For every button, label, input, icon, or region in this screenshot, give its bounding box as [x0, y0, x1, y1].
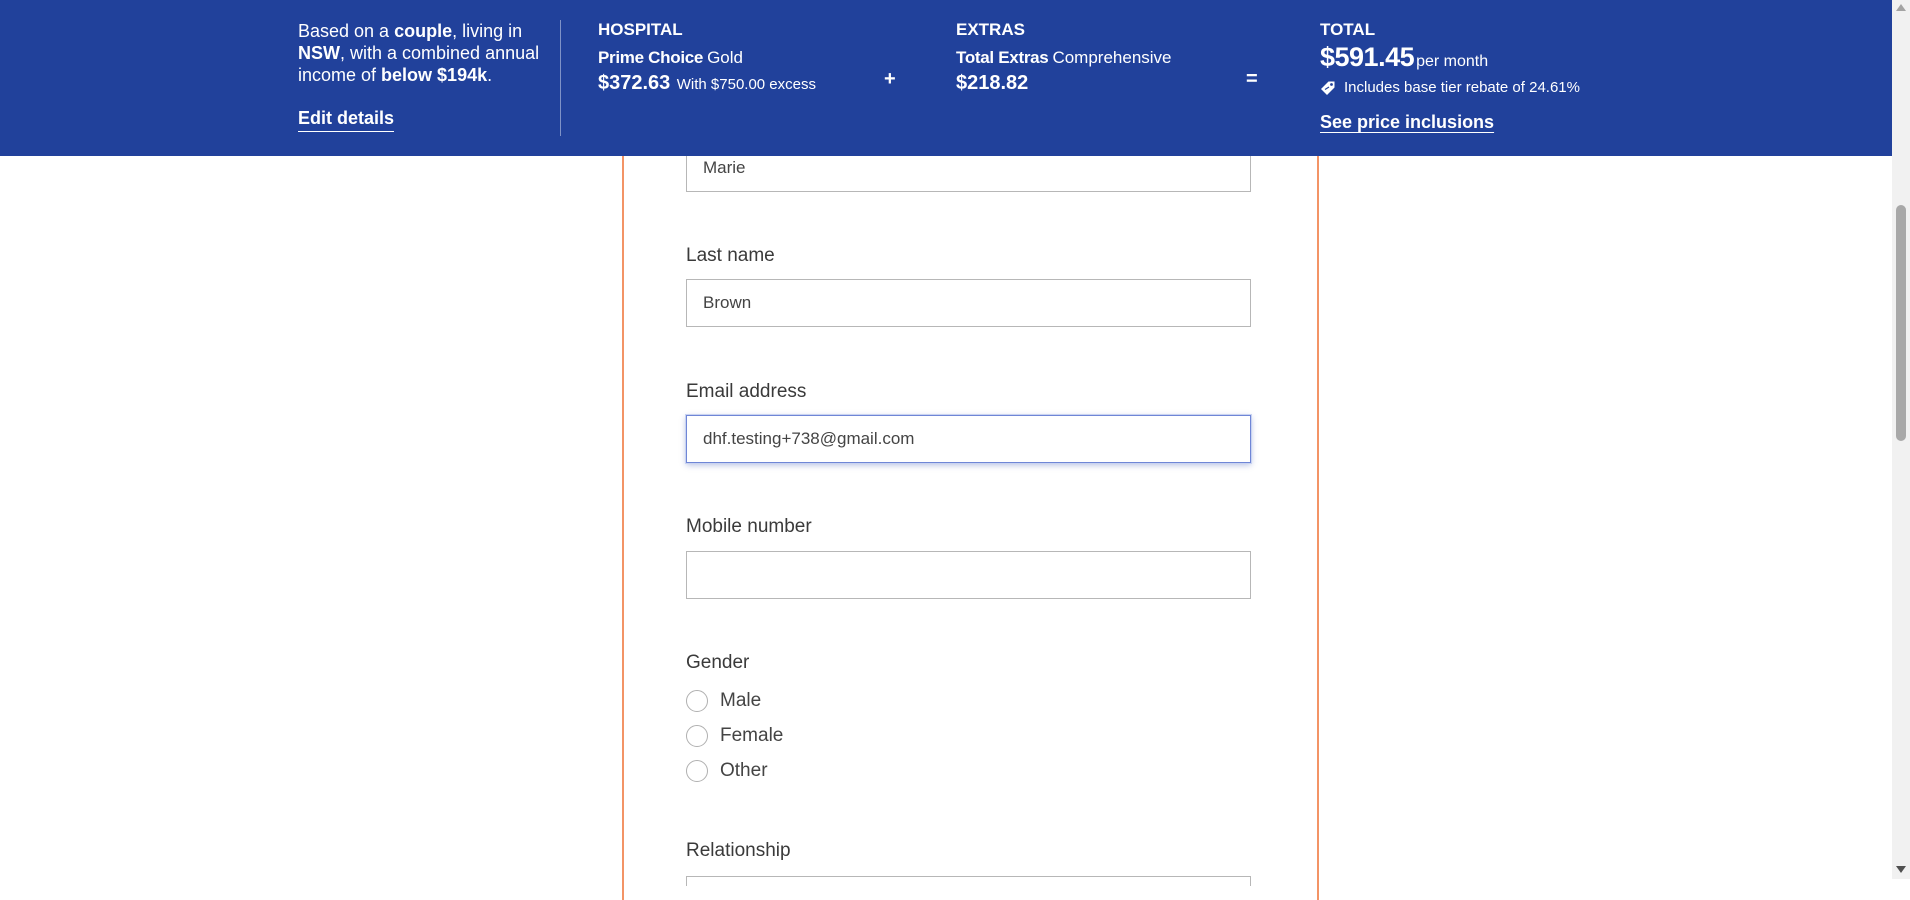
hospital-price-line: $372.63 With $750.00 excess — [598, 72, 816, 95]
total-title: TOTAL — [1320, 20, 1376, 39]
relationship-select[interactable] — [686, 876, 1251, 886]
extras-product: Total Extras Comprehensive — [956, 48, 1172, 68]
radio-button[interactable] — [686, 760, 708, 782]
scroll-down-arrow-icon[interactable] — [1896, 866, 1906, 873]
gender-option-male[interactable]: Male — [686, 690, 761, 712]
gender-option-label: Female — [720, 725, 784, 746]
edit-details-link[interactable]: Edit details — [298, 108, 395, 132]
hospital-summary: HOSPITAL Prime Choice Gold $372.63 With $… — [598, 20, 816, 95]
equals-sign: = — [1246, 68, 1258, 90]
summary-text-part: Based on a — [298, 21, 395, 41]
extras-product-name: Total Extras — [956, 48, 1049, 67]
email-input[interactable]: dhf.testing+738@gmail.com — [686, 415, 1251, 463]
see-price-inclusions-link[interactable]: See price inclusions — [1320, 112, 1494, 133]
cover-summary-text: Based on a couple, living in NSW, with a… — [298, 20, 558, 86]
gender-option-other[interactable]: Other — [686, 760, 768, 782]
total-price: $591.45 — [1320, 42, 1415, 72]
radio-button[interactable] — [686, 725, 708, 747]
rebate-line: Includes base tier rebate of 24.61% — [1320, 79, 1580, 96]
hospital-tier: Gold — [707, 48, 743, 67]
gender-option-label: Male — [720, 690, 762, 711]
hospital-excess: With $750.00 excess — [676, 76, 816, 93]
summary-cover-type: couple — [394, 21, 453, 41]
mobile-label: Mobile number — [686, 516, 812, 537]
extras-tier: Comprehensive — [1052, 48, 1172, 67]
total-period: per month — [1416, 53, 1489, 70]
rebate-text: Includes base tier rebate of 24.61% — [1344, 79, 1580, 96]
hospital-title: HOSPITAL — [598, 20, 683, 39]
radio-button[interactable] — [686, 690, 708, 712]
scroll-up-arrow-icon[interactable] — [1896, 4, 1906, 11]
summary-state: NSW — [298, 43, 340, 63]
extras-price-line: $218.82 — [956, 72, 1172, 95]
hospital-product: Prime Choice Gold — [598, 48, 816, 68]
extras-price: $218.82 — [956, 72, 1029, 94]
hospital-product-name: Prime Choice — [598, 48, 704, 67]
summary-text-part: , living in — [452, 21, 523, 41]
gender-label: Gender — [686, 652, 750, 673]
plus-sign: + — [884, 68, 896, 90]
total-price-line: $591.45 per month — [1320, 42, 1580, 73]
relationship-label: Relationship — [686, 840, 791, 861]
tag-icon — [1320, 80, 1336, 96]
scrollbar-thumb[interactable] — [1896, 205, 1906, 441]
price-summary-bar: Based on a couple, living in NSW, with a… — [0, 0, 1892, 156]
last-name-label: Last name — [686, 245, 775, 266]
page-scrollbar[interactable] — [1892, 0, 1910, 879]
last-name-input[interactable]: Brown — [686, 279, 1251, 327]
mobile-input[interactable] — [686, 551, 1251, 599]
total-summary: TOTAL $591.45 per month Includes base tie… — [1320, 20, 1580, 96]
applicant-form-card — [622, 120, 1319, 900]
summary-text-part: . — [487, 65, 493, 85]
gender-option-female[interactable]: Female — [686, 725, 783, 747]
hospital-price: $372.63 — [598, 72, 671, 94]
extras-title: EXTRAS — [956, 20, 1025, 39]
extras-summary: EXTRAS Total Extras Comprehensive $218.82 — [956, 20, 1172, 95]
email-label: Email address — [686, 381, 807, 402]
summary-income: below $194k — [381, 65, 488, 85]
gender-option-label: Other — [720, 760, 768, 781]
header-divider — [560, 20, 561, 136]
